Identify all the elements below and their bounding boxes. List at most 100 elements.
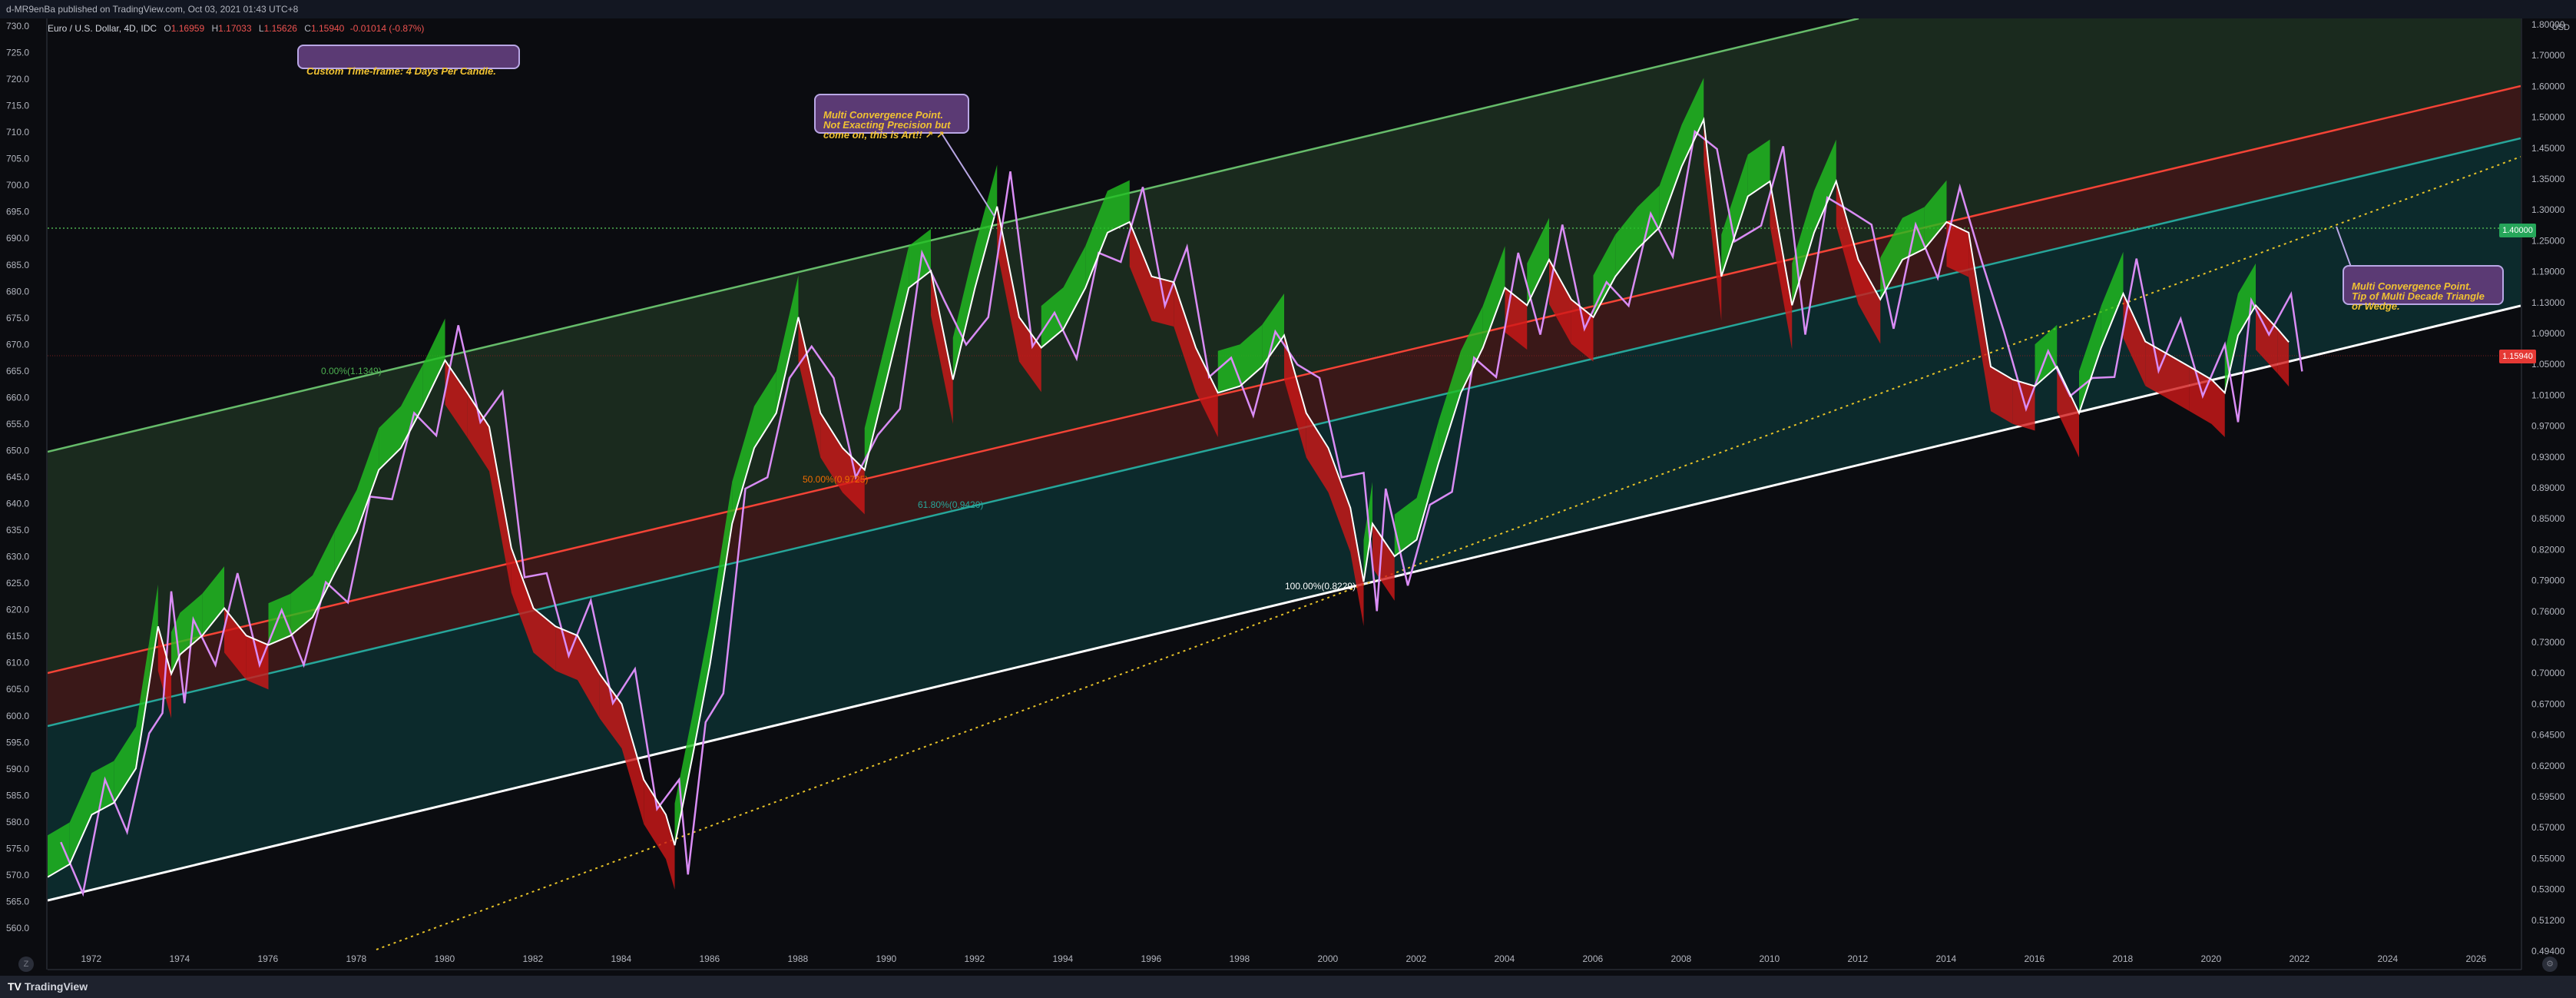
right-axis-tick-label: 1.19000 bbox=[2531, 267, 2565, 277]
symbol-name: Euro / U.S. Dollar, 4D, IDC bbox=[48, 23, 157, 34]
left-axis-tick-label: 630.0 bbox=[6, 552, 29, 562]
right-axis-tick-label: 1.60000 bbox=[2531, 81, 2565, 91]
right-axis-tick-label: 1.30000 bbox=[2531, 204, 2565, 215]
time-axis-tick-label: 1992 bbox=[965, 953, 985, 964]
left-axis-tick-label: 645.0 bbox=[6, 472, 29, 482]
time-axis-tick-label: 1978 bbox=[346, 953, 367, 964]
time-axis-tick-label: 2000 bbox=[1318, 953, 1339, 964]
scale-settings-button[interactable]: ⚙ bbox=[2542, 957, 2558, 972]
low-value: 1.15626 bbox=[263, 23, 297, 34]
zoom-left-button[interactable]: Z bbox=[18, 957, 34, 972]
time-axis-tick-label: 2004 bbox=[1495, 953, 1515, 964]
time-axis-tick-label: 1982 bbox=[523, 953, 544, 964]
left-axis-tick-label: 575.0 bbox=[6, 843, 29, 854]
time-axis-tick-label: 1980 bbox=[435, 953, 455, 964]
right-axis-tick-label: 1.25000 bbox=[2531, 235, 2565, 246]
time-axis-tick-label: 1986 bbox=[700, 953, 720, 964]
right-axis-tick-label: 0.93000 bbox=[2531, 452, 2565, 463]
right-axis-tick-label: 0.97000 bbox=[2531, 421, 2565, 432]
change-value: -0.01014 (-0.87%) bbox=[349, 23, 425, 34]
right-axis-tick-label: 1.45000 bbox=[2531, 143, 2565, 154]
time-axis-tick-label: 2014 bbox=[1936, 953, 1957, 964]
right-axis-tick-label: 1.35000 bbox=[2531, 174, 2565, 184]
bear-ribbon-segment bbox=[2012, 380, 2035, 431]
left-axis-tick-label: 605.0 bbox=[6, 684, 29, 695]
time-axis-tick-label: 2008 bbox=[1671, 953, 1692, 964]
left-axis-tick-label: 690.0 bbox=[6, 233, 29, 244]
right-axis-tick-label: 1.70000 bbox=[2531, 50, 2565, 61]
right-axis-tick-label: 0.89000 bbox=[2531, 482, 2565, 493]
timeframe-note[interactable]: Custom Time-frame: 4 Days Per Candle. bbox=[297, 45, 520, 77]
right-axis-tick-label: 0.53000 bbox=[2531, 884, 2565, 895]
left-axis-tick-label: 730.0 bbox=[6, 21, 29, 31]
right-axis-tick-label: 0.85000 bbox=[2531, 513, 2565, 524]
left-axis-tick-label: 580.0 bbox=[6, 817, 29, 827]
time-axis-tick-label: 2026 bbox=[2466, 953, 2487, 964]
right-axis-tick-label: 0.55000 bbox=[2531, 853, 2565, 864]
time-axis-tick-label: 1984 bbox=[611, 953, 632, 964]
symbol-legend[interactable]: Euro / U.S. Dollar, 4D, IDC O1.16959 H1.… bbox=[48, 23, 424, 34]
fib-label-100: 100.00%(0.8229) bbox=[1285, 581, 1356, 592]
time-axis-tick-label: 1988 bbox=[788, 953, 809, 964]
tradingview-logo[interactable]: TV TradingView bbox=[8, 976, 88, 998]
right-axis-tick-label: 0.49400 bbox=[2531, 946, 2565, 957]
right-axis-tick-label: 0.70000 bbox=[2531, 668, 2565, 678]
convergence-note-2[interactable]: Multi Convergence Point. Tip of Multi De… bbox=[2343, 265, 2504, 311]
right-axis-tick-label: 0.73000 bbox=[2531, 637, 2565, 648]
right-axis-tick-label: 0.59500 bbox=[2531, 791, 2565, 802]
left-axis-tick-label: 680.0 bbox=[6, 286, 29, 297]
tradingview-brand: TradingView bbox=[24, 980, 88, 993]
right-axis-tick-label: 0.67000 bbox=[2531, 698, 2565, 709]
timeframe-note-text: Custom Time-frame: 4 Days Per Candle. bbox=[306, 65, 496, 77]
convergence-note-1-text: Multi Convergence Point. Not Exacting Pr… bbox=[823, 109, 951, 141]
left-axis-tick-label: 625.0 bbox=[6, 578, 29, 589]
left-axis-tick-label: 715.0 bbox=[6, 101, 29, 111]
left-axis-tick-label: 565.0 bbox=[6, 896, 29, 907]
right-axis-tick-label: 0.82000 bbox=[2531, 544, 2565, 555]
convergence-note-1[interactable]: Multi Convergence Point. Not Exacting Pr… bbox=[814, 94, 969, 140]
left-axis-tick-label: 685.0 bbox=[6, 260, 29, 270]
chart-canvas[interactable]: 730.0 725.0 720.0 715.0 710.0 705.0 700.0 695.0… bbox=[0, 0, 2576, 998]
left-axis-tick-label: 665.0 bbox=[6, 366, 29, 376]
close-value: 1.15940 bbox=[310, 23, 345, 34]
time-axis-tick-label: 2022 bbox=[2290, 953, 2310, 964]
right-axis-tick-label: 1.13000 bbox=[2531, 297, 2565, 308]
left-axis-tick-label: 655.0 bbox=[6, 419, 29, 429]
right-axis-tick-label: 1.01000 bbox=[2531, 390, 2565, 400]
left-axis-tick-label: 670.0 bbox=[6, 339, 29, 350]
left-axis-tick-label: 620.0 bbox=[6, 605, 29, 615]
high-label: H bbox=[211, 23, 219, 34]
right-axis-tick-label: 0.79000 bbox=[2531, 575, 2565, 586]
time-axis-tick-label: 1996 bbox=[1141, 953, 1162, 964]
level-price-tag: 1.40000 bbox=[2499, 224, 2536, 237]
bear-ribbon-segment bbox=[1151, 276, 1174, 327]
open-label: O bbox=[164, 23, 171, 34]
time-axis-tick-label: 1998 bbox=[1230, 953, 1250, 964]
close-label: C bbox=[304, 23, 311, 34]
left-axis-tick-label: 700.0 bbox=[6, 180, 29, 191]
publisher-bar: d-MR9enBa published on TradingView.com, … bbox=[0, 0, 2576, 18]
left-axis-tick-label: 725.0 bbox=[6, 48, 29, 58]
time-axis-tick-label: 2016 bbox=[2025, 953, 2045, 964]
left-axis-tick-label: 710.0 bbox=[6, 127, 29, 138]
left-axis-tick-label: 570.0 bbox=[6, 870, 29, 880]
currency-label: USD bbox=[2551, 23, 2570, 32]
left-axis-tick-label: 660.0 bbox=[6, 392, 29, 403]
fib-label-0: 0.00%(1.1349) bbox=[321, 366, 382, 376]
left-axis-tick-label: 585.0 bbox=[6, 790, 29, 801]
left-axis-tick-label: 595.0 bbox=[6, 737, 29, 748]
time-axis-tick-label: 2020 bbox=[2201, 953, 2222, 964]
time-axis-tick-label: 1994 bbox=[1053, 953, 1074, 964]
left-axis-tick-label: 640.0 bbox=[6, 499, 29, 509]
left-axis-tick-label: 560.0 bbox=[6, 923, 29, 933]
time-axis-tick-label: 1974 bbox=[170, 953, 190, 964]
left-axis-tick-label: 635.0 bbox=[6, 525, 29, 535]
low-label: L bbox=[258, 23, 264, 34]
right-axis-tick-label: 1.50000 bbox=[2531, 112, 2565, 123]
left-axis-tick-label: 590.0 bbox=[6, 764, 29, 774]
left-price-scale[interactable]: 730.0 725.0 720.0 715.0 710.0 705.0 700.0 695.0… bbox=[6, 21, 29, 933]
right-axis-tick-label: 0.51200 bbox=[2531, 915, 2565, 926]
right-axis-tick-label: 0.76000 bbox=[2531, 606, 2565, 617]
time-axis-tick-label: 1990 bbox=[876, 953, 897, 964]
right-axis-tick-label: 1.05000 bbox=[2531, 359, 2565, 370]
